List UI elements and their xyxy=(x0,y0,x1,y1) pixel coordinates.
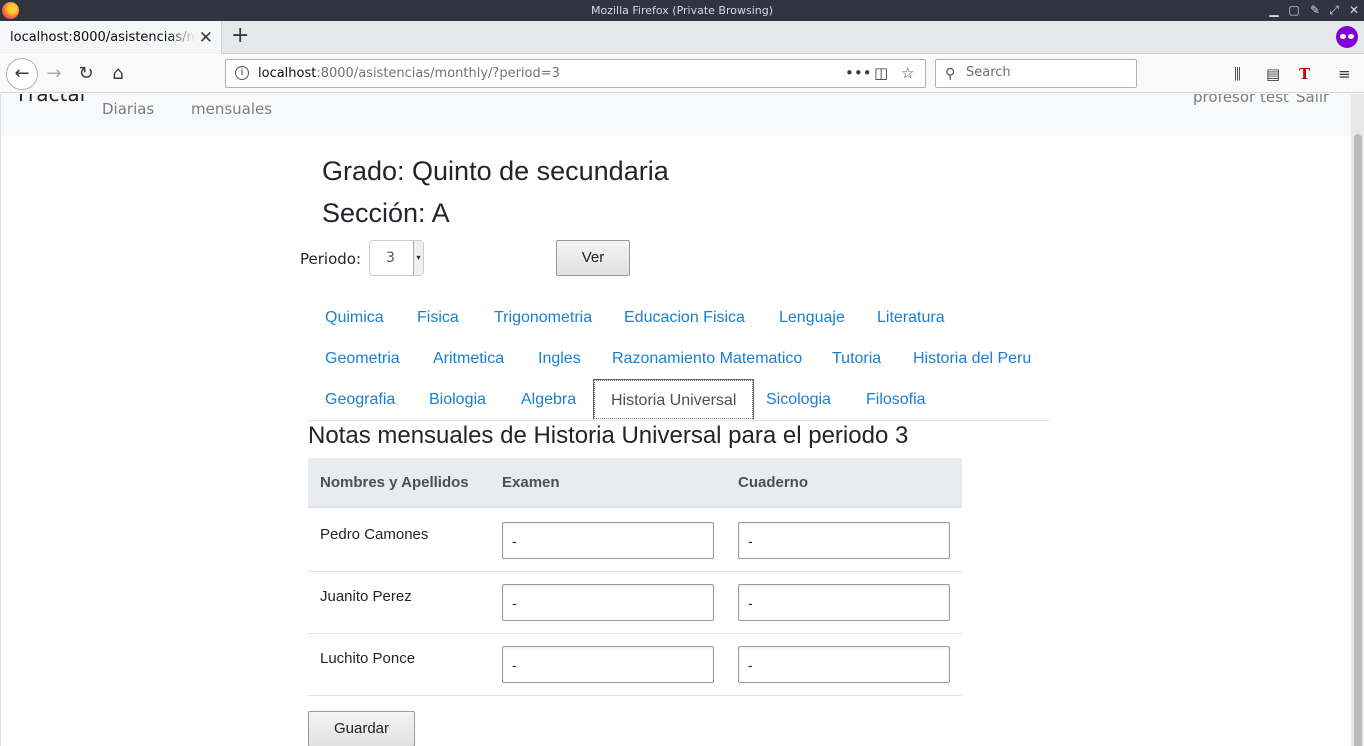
tab-algebra[interactable]: Algebra xyxy=(504,379,593,420)
extension-t-icon[interactable]: T xyxy=(1299,65,1310,83)
site-navbar: Fractal Diarias mensuales profesor test … xyxy=(1,94,1351,136)
cuaderno-field[interactable] xyxy=(738,584,950,621)
maximize-icon[interactable]: ▢ xyxy=(1287,3,1301,17)
home-icon[interactable]: ⌂ xyxy=(104,60,132,88)
new-tab-icon[interactable]: + xyxy=(231,25,249,47)
search-bar[interactable]: ⚲ xyxy=(935,59,1137,88)
user-name-link[interactable]: profesor test xyxy=(1193,94,1289,106)
tab-lenguaje[interactable]: Lenguaje xyxy=(762,297,862,338)
ver-button[interactable]: Ver xyxy=(556,240,630,276)
tab-strip: localhost:8000/asistencias/monthly/?peri… xyxy=(0,21,1364,54)
table-row: Juanito Perez xyxy=(308,572,962,634)
cuaderno-field[interactable] xyxy=(738,522,950,559)
seccion-heading: Sección: A xyxy=(322,198,450,228)
page-scrollbar[interactable] xyxy=(1351,94,1364,746)
forward-arrow-icon[interactable]: → xyxy=(40,60,68,88)
search-icon: ⚲ xyxy=(945,66,956,82)
nav-link-mensuales[interactable]: mensuales xyxy=(191,100,272,118)
window-titlebar: Mozilla Firefox (Private Browsing) ▁ ▢ ✎… xyxy=(0,0,1364,21)
url-bar[interactable]: i localhost:8000/asistencias/monthly/?pe… xyxy=(225,59,926,88)
logout-link[interactable]: Salir xyxy=(1296,94,1329,106)
tab-fisica[interactable]: Fisica xyxy=(400,297,476,338)
examen-field[interactable] xyxy=(502,584,714,621)
bookmark-star-icon[interactable]: ☆ xyxy=(901,64,914,82)
close-tab-icon[interactable]: ✕ xyxy=(199,28,213,48)
student-name: Luchito Ponce xyxy=(320,650,416,667)
tab-geometria[interactable]: Geometria xyxy=(308,338,417,379)
tab-historia-del-peru[interactable]: Historia del Peru xyxy=(896,338,1048,379)
page-viewport: Fractal Diarias mensuales profesor test … xyxy=(0,94,1351,746)
notas-heading: Notas mensuales de Historia Universal pa… xyxy=(308,422,909,449)
sidebar-icon[interactable]: ▤ xyxy=(1266,65,1280,83)
menu-hamburger-icon[interactable]: ≡ xyxy=(1338,65,1351,83)
grado-heading: Grado: Quinto de secundaria xyxy=(322,156,669,186)
reload-icon[interactable]: ↻ xyxy=(72,60,100,88)
nav-link-diarias[interactable]: Diarias xyxy=(102,100,154,118)
column-header-nombres: Nombres y Apellidos xyxy=(320,474,469,491)
minimize-icon[interactable]: ▁ xyxy=(1267,3,1281,17)
site-info-icon[interactable]: i xyxy=(235,66,249,80)
tab-ingles[interactable]: Ingles xyxy=(521,338,598,379)
page-actions-icon[interactable]: ••• xyxy=(845,64,872,82)
close-window-icon[interactable]: ✕ xyxy=(1347,3,1361,17)
periodo-value[interactable]: 3 xyxy=(386,250,395,266)
tab-geografia[interactable]: Geografia xyxy=(308,379,412,420)
window-title: Mozilla Firefox (Private Browsing) xyxy=(590,4,774,17)
tab-aritmetica[interactable]: Aritmetica xyxy=(416,338,521,379)
table-row: Luchito Ponce xyxy=(308,634,962,696)
scrollbar-thumb[interactable] xyxy=(1354,134,1362,746)
tab-sicologia[interactable]: Sicologia xyxy=(749,379,848,420)
student-name: Pedro Camones xyxy=(320,526,429,543)
pin-icon[interactable]: ✎ xyxy=(1308,3,1322,17)
tab-trigonometria[interactable]: Trigonometria xyxy=(477,297,609,338)
column-header-cuaderno: Cuaderno xyxy=(738,474,809,491)
pocket-icon[interactable]: ◫ xyxy=(874,64,888,82)
tab-literatura[interactable]: Literatura xyxy=(860,297,962,338)
table-header-row: Nombres y Apellidos Examen Cuaderno xyxy=(308,458,962,508)
private-browsing-icon xyxy=(1336,26,1358,48)
periodo-label: Periodo: xyxy=(300,250,362,268)
tab-tutoria[interactable]: Tutoria xyxy=(815,338,898,379)
library-icon[interactable]: ⫼ xyxy=(1234,65,1241,83)
browser-tab-title: localhost:8000/asistencias/monthly/?peri… xyxy=(10,30,195,45)
url-text[interactable]: localhost:8000/asistencias/monthly/?peri… xyxy=(258,66,560,81)
tab-historia-universal[interactable]: Historia Universal xyxy=(593,379,755,420)
tab-biologia[interactable]: Biologia xyxy=(412,379,503,420)
subject-tabs: Quimica Fisica Trigonometria Educacion F… xyxy=(308,297,1049,421)
restore-icon[interactable]: ⤢ xyxy=(1327,3,1341,17)
column-header-examen: Examen xyxy=(502,474,560,491)
tab-quimica[interactable]: Quimica xyxy=(308,297,401,338)
examen-field[interactable] xyxy=(502,646,714,683)
spinner-arrow-icon[interactable]: ▾ xyxy=(413,241,423,275)
search-input[interactable] xyxy=(966,65,1126,80)
periodo-stepper[interactable]: 3 ▾ xyxy=(369,240,424,276)
table-row: Pedro Camones xyxy=(308,510,962,572)
cuaderno-field[interactable] xyxy=(738,646,950,683)
tab-filosofia[interactable]: Filosofia xyxy=(849,379,943,420)
guardar-button[interactable]: Guardar xyxy=(308,711,415,746)
back-arrow-icon[interactable]: ← xyxy=(6,58,38,90)
tab-razonamiento-matematico[interactable]: Razonamiento Matematico xyxy=(595,338,819,379)
examen-field[interactable] xyxy=(502,522,714,559)
browser-tab[interactable]: localhost:8000/asistencias/monthly/?peri… xyxy=(0,21,222,54)
nav-toolbar: ← → ↻ ⌂ i localhost:8000/asistencias/mon… xyxy=(0,55,1364,93)
tab-educacion-fisica[interactable]: Educacion Fisica xyxy=(607,297,762,338)
student-name: Juanito Perez xyxy=(320,588,412,605)
site-brand[interactable]: Fractal xyxy=(18,94,85,106)
